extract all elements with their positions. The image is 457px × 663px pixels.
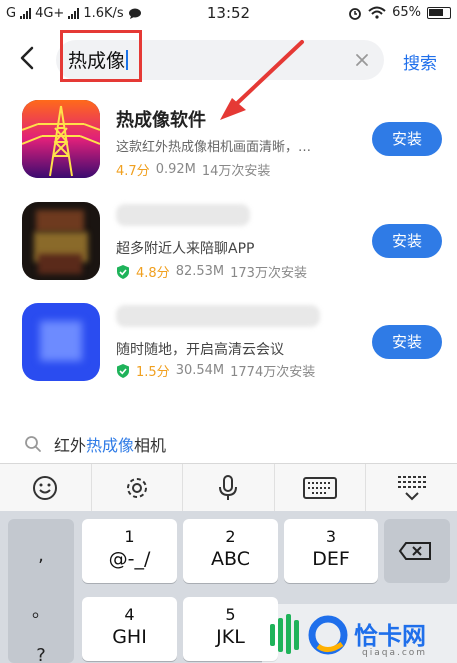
key-1[interactable]: 1 @-_/ [82, 519, 177, 583]
suggestion-suffix: 相机 [134, 436, 167, 455]
app-list-item[interactable]: 超多附近人来陪聊APP 4.8分 82.53M 173万次安装 安装 [0, 202, 457, 300]
backspace-button[interactable] [384, 519, 450, 583]
app-installs: 1774万次安装 [230, 365, 316, 380]
status-bar: G 4G+ 1.6K/s 13:52 65% [0, 0, 457, 28]
key-3-number: 3 [325, 527, 337, 546]
app-meta: 4.7分 0.92M 14万次安装 [116, 160, 270, 179]
gear-icon [126, 477, 147, 498]
app-icon-thermal[interactable] [22, 100, 100, 178]
keyboard-icon [303, 476, 338, 499]
keyboard-switch-button[interactable] [275, 464, 367, 511]
key-2-number: 2 [225, 527, 236, 546]
battery-icon [427, 6, 451, 19]
key-2-letters: ABC [211, 548, 250, 570]
verified-shield-icon [117, 264, 129, 279]
suggestion-item[interactable]: 红外热成像相机 [24, 432, 166, 456]
app-size: 82.53M [175, 264, 225, 279]
suggestion-prefix: 红外 [54, 436, 87, 455]
install-button[interactable]: 安装 [372, 224, 442, 258]
collapse-keyboard-icon [397, 475, 426, 500]
key-3-letters: DEF [312, 548, 350, 570]
app-description: 这款红外热成像相机画面清晰，… [116, 140, 312, 155]
app-rating: 4.8分 [136, 266, 170, 281]
voice-button[interactable] [183, 464, 275, 511]
emoji-button[interactable] [0, 464, 92, 511]
keyboard-toolbar [0, 463, 457, 511]
key-1-letters: @-_/ [108, 548, 151, 570]
key-comma[interactable]: , [8, 545, 74, 566]
punctuation-column: , 。 ? [8, 519, 74, 663]
key-4[interactable]: 4 GHI [82, 597, 177, 661]
key-question[interactable]: ? [8, 645, 74, 663]
suggestion-match: 热成像 [86, 436, 135, 455]
emoji-icon [33, 475, 58, 500]
watermark-brand: 恰卡网 [354, 622, 426, 650]
key-2[interactable]: 2 ABC [183, 519, 278, 583]
key-period[interactable]: 。 [8, 597, 74, 623]
key-4-number: 4 [124, 605, 135, 624]
watermark-logo: 恰卡网 qiaqa.com [262, 604, 457, 663]
watermark-domain: qiaqa.com [362, 648, 428, 658]
app-meta: 4.8分 82.53M 173万次安装 [116, 262, 307, 281]
app-installs: 14万次安装 [201, 164, 271, 179]
app-icon-blurred[interactable] [22, 303, 100, 381]
back-arrow-icon[interactable] [14, 44, 42, 72]
app-name[interactable]: 热成像软件 [116, 106, 206, 132]
app-icon-blurred[interactable] [22, 202, 100, 280]
install-button[interactable]: 安装 [372, 122, 442, 156]
app-list-item[interactable]: 随时随地，开启高清云会议 1.5分 30.54M 1774万次安装 安装 [0, 303, 457, 401]
suggestion-text: 红外热成像相机 [54, 432, 166, 456]
search-icon [25, 436, 41, 452]
backspace-icon [398, 542, 431, 560]
settings-button[interactable] [92, 464, 184, 511]
app-size: 0.92M [155, 162, 196, 177]
app-list-item[interactable]: 热成像软件 这款红外热成像相机画面清晰，… 4.7分 0.92M 14万次安装 … [0, 100, 457, 198]
key-3[interactable]: 3 DEF [284, 519, 378, 583]
app-rating: 4.7分 [116, 164, 150, 179]
app-meta: 1.5分 30.54M 1774万次安装 [116, 361, 315, 380]
wifi-icon [368, 6, 386, 19]
clear-icon[interactable] [352, 50, 372, 70]
app-description: 超多附近人来陪聊APP [116, 241, 255, 257]
microphone-icon [219, 474, 238, 500]
battery-label: 65% [392, 5, 421, 20]
app-name-redacted [116, 204, 250, 226]
app-size: 30.54M [175, 363, 225, 378]
hide-keyboard-button[interactable] [366, 464, 457, 511]
thermal-tower-icon [22, 100, 100, 178]
app-name-redacted [116, 305, 320, 327]
alarm-icon [349, 7, 361, 20]
app-rating: 1.5分 [136, 365, 170, 380]
app-installs: 173万次安装 [230, 266, 307, 281]
key-4-letters: GHI [112, 626, 147, 648]
app-description: 随时随地，开启高清云会议 [116, 342, 284, 358]
search-button[interactable]: 搜索 [403, 49, 437, 74]
status-right: 65% [348, 5, 451, 20]
annotation-highlight-box [60, 30, 142, 82]
install-button[interactable]: 安装 [372, 325, 442, 359]
verified-shield-icon [117, 363, 129, 378]
key-1-number: 1 [124, 527, 135, 546]
